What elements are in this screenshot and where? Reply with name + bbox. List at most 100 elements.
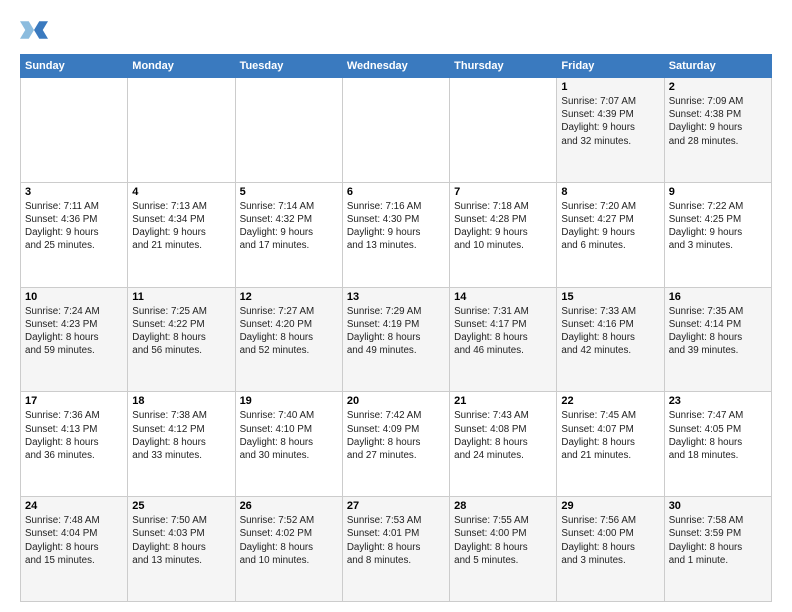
col-header-tuesday: Tuesday bbox=[235, 55, 342, 78]
day-info: Sunrise: 7:50 AM Sunset: 4:03 PM Dayligh… bbox=[132, 514, 230, 567]
day-number: 9 bbox=[669, 186, 767, 198]
day-number: 13 bbox=[347, 291, 445, 303]
day-info: Sunrise: 7:47 AM Sunset: 4:05 PM Dayligh… bbox=[669, 409, 767, 462]
header bbox=[20, 16, 772, 44]
calendar-cell bbox=[128, 78, 235, 183]
day-number: 1 bbox=[561, 81, 659, 93]
day-number: 26 bbox=[240, 500, 338, 512]
col-header-sunday: Sunday bbox=[21, 55, 128, 78]
day-info: Sunrise: 7:55 AM Sunset: 4:00 PM Dayligh… bbox=[454, 514, 552, 567]
calendar-cell bbox=[342, 78, 449, 183]
col-header-friday: Friday bbox=[557, 55, 664, 78]
day-info: Sunrise: 7:16 AM Sunset: 4:30 PM Dayligh… bbox=[347, 200, 445, 253]
calendar-cell: 2 Sunrise: 7:09 AM Sunset: 4:38 PM Daylig… bbox=[664, 78, 771, 183]
day-number: 28 bbox=[454, 500, 552, 512]
calendar-cell: 15 Sunrise: 7:33 AM Sunset: 4:16 PM Dayli… bbox=[557, 287, 664, 392]
calendar-cell: 26 Sunrise: 7:52 AM Sunset: 4:02 PM Dayli… bbox=[235, 497, 342, 602]
day-number: 30 bbox=[669, 500, 767, 512]
day-number: 27 bbox=[347, 500, 445, 512]
day-info: Sunrise: 7:11 AM Sunset: 4:36 PM Dayligh… bbox=[25, 200, 123, 253]
calendar-cell: 22 Sunrise: 7:45 AM Sunset: 4:07 PM Dayli… bbox=[557, 392, 664, 497]
calendar-cell: 21 Sunrise: 7:43 AM Sunset: 4:08 PM Dayli… bbox=[450, 392, 557, 497]
page: SundayMondayTuesdayWednesdayThursdayFrid… bbox=[0, 0, 792, 612]
calendar-cell bbox=[450, 78, 557, 183]
day-info: Sunrise: 7:18 AM Sunset: 4:28 PM Dayligh… bbox=[454, 200, 552, 253]
day-info: Sunrise: 7:14 AM Sunset: 4:32 PM Dayligh… bbox=[240, 200, 338, 253]
calendar-cell: 30 Sunrise: 7:58 AM Sunset: 3:59 PM Dayli… bbox=[664, 497, 771, 602]
day-info: Sunrise: 7:27 AM Sunset: 4:20 PM Dayligh… bbox=[240, 305, 338, 358]
day-number: 2 bbox=[669, 81, 767, 93]
day-info: Sunrise: 7:07 AM Sunset: 4:39 PM Dayligh… bbox=[561, 95, 659, 148]
day-info: Sunrise: 7:13 AM Sunset: 4:34 PM Dayligh… bbox=[132, 200, 230, 253]
day-number: 7 bbox=[454, 186, 552, 198]
calendar-cell: 1 Sunrise: 7:07 AM Sunset: 4:39 PM Daylig… bbox=[557, 78, 664, 183]
day-number: 14 bbox=[454, 291, 552, 303]
calendar-cell bbox=[21, 78, 128, 183]
calendar-cell: 18Sunrise: 7:38 AM Sunset: 4:12 PM Dayli… bbox=[128, 392, 235, 497]
col-header-wednesday: Wednesday bbox=[342, 55, 449, 78]
week-row-2: 10Sunrise: 7:24 AM Sunset: 4:23 PM Dayli… bbox=[21, 287, 772, 392]
col-header-thursday: Thursday bbox=[450, 55, 557, 78]
day-number: 12 bbox=[240, 291, 338, 303]
calendar-cell: 19 Sunrise: 7:40 AM Sunset: 4:10 PM Dayli… bbox=[235, 392, 342, 497]
calendar-cell: 6 Sunrise: 7:16 AM Sunset: 4:30 PM Daylig… bbox=[342, 182, 449, 287]
calendar-cell: 14 Sunrise: 7:31 AM Sunset: 4:17 PM Dayli… bbox=[450, 287, 557, 392]
day-info: Sunrise: 7:35 AM Sunset: 4:14 PM Dayligh… bbox=[669, 305, 767, 358]
day-number: 21 bbox=[454, 395, 552, 407]
day-number: 22 bbox=[561, 395, 659, 407]
day-info: Sunrise: 7:33 AM Sunset: 4:16 PM Dayligh… bbox=[561, 305, 659, 358]
calendar-cell: 13 Sunrise: 7:29 AM Sunset: 4:19 PM Dayli… bbox=[342, 287, 449, 392]
calendar-cell: 20 Sunrise: 7:42 AM Sunset: 4:09 PM Dayli… bbox=[342, 392, 449, 497]
week-row-3: 17 Sunrise: 7:36 AM Sunset: 4:13 PM Dayli… bbox=[21, 392, 772, 497]
day-info: Sunrise: 7:40 AM Sunset: 4:10 PM Dayligh… bbox=[240, 409, 338, 462]
day-info: Sunrise: 7:45 AM Sunset: 4:07 PM Dayligh… bbox=[561, 409, 659, 462]
calendar-cell: 3Sunrise: 7:11 AM Sunset: 4:36 PM Daylig… bbox=[21, 182, 128, 287]
day-number: 11 bbox=[132, 291, 230, 303]
day-info: Sunrise: 7:52 AM Sunset: 4:02 PM Dayligh… bbox=[240, 514, 338, 567]
logo bbox=[20, 16, 52, 44]
day-info: Sunrise: 7:58 AM Sunset: 3:59 PM Dayligh… bbox=[669, 514, 767, 567]
day-number: 15 bbox=[561, 291, 659, 303]
week-row-4: 24Sunrise: 7:48 AM Sunset: 4:04 PM Dayli… bbox=[21, 497, 772, 602]
day-number: 10 bbox=[25, 291, 123, 303]
day-number: 5 bbox=[240, 186, 338, 198]
day-number: 18 bbox=[132, 395, 230, 407]
calendar-cell: 23 Sunrise: 7:47 AM Sunset: 4:05 PM Dayli… bbox=[664, 392, 771, 497]
day-info: Sunrise: 7:29 AM Sunset: 4:19 PM Dayligh… bbox=[347, 305, 445, 358]
day-info: Sunrise: 7:42 AM Sunset: 4:09 PM Dayligh… bbox=[347, 409, 445, 462]
day-number: 20 bbox=[347, 395, 445, 407]
day-number: 6 bbox=[347, 186, 445, 198]
day-number: 17 bbox=[25, 395, 123, 407]
col-header-monday: Monday bbox=[128, 55, 235, 78]
calendar-cell: 4 Sunrise: 7:13 AM Sunset: 4:34 PM Daylig… bbox=[128, 182, 235, 287]
day-number: 4 bbox=[132, 186, 230, 198]
calendar-cell: 5 Sunrise: 7:14 AM Sunset: 4:32 PM Daylig… bbox=[235, 182, 342, 287]
day-info: Sunrise: 7:22 AM Sunset: 4:25 PM Dayligh… bbox=[669, 200, 767, 253]
calendar-cell: 10Sunrise: 7:24 AM Sunset: 4:23 PM Dayli… bbox=[21, 287, 128, 392]
day-info: Sunrise: 7:20 AM Sunset: 4:27 PM Dayligh… bbox=[561, 200, 659, 253]
calendar-cell: 11Sunrise: 7:25 AM Sunset: 4:22 PM Dayli… bbox=[128, 287, 235, 392]
day-info: Sunrise: 7:48 AM Sunset: 4:04 PM Dayligh… bbox=[25, 514, 123, 567]
day-number: 29 bbox=[561, 500, 659, 512]
calendar-header-row: SundayMondayTuesdayWednesdayThursdayFrid… bbox=[21, 55, 772, 78]
calendar-cell: 28 Sunrise: 7:55 AM Sunset: 4:00 PM Dayli… bbox=[450, 497, 557, 602]
day-info: Sunrise: 7:09 AM Sunset: 4:38 PM Dayligh… bbox=[669, 95, 767, 148]
day-info: Sunrise: 7:36 AM Sunset: 4:13 PM Dayligh… bbox=[25, 409, 123, 462]
calendar-cell: 12 Sunrise: 7:27 AM Sunset: 4:20 PM Dayli… bbox=[235, 287, 342, 392]
week-row-1: 3Sunrise: 7:11 AM Sunset: 4:36 PM Daylig… bbox=[21, 182, 772, 287]
calendar-cell: 17 Sunrise: 7:36 AM Sunset: 4:13 PM Dayli… bbox=[21, 392, 128, 497]
day-info: Sunrise: 7:56 AM Sunset: 4:00 PM Dayligh… bbox=[561, 514, 659, 567]
day-number: 25 bbox=[132, 500, 230, 512]
calendar-cell: 29 Sunrise: 7:56 AM Sunset: 4:00 PM Dayli… bbox=[557, 497, 664, 602]
day-info: Sunrise: 7:43 AM Sunset: 4:08 PM Dayligh… bbox=[454, 409, 552, 462]
day-info: Sunrise: 7:31 AM Sunset: 4:17 PM Dayligh… bbox=[454, 305, 552, 358]
day-number: 8 bbox=[561, 186, 659, 198]
calendar-cell: 8 Sunrise: 7:20 AM Sunset: 4:27 PM Daylig… bbox=[557, 182, 664, 287]
calendar-table: SundayMondayTuesdayWednesdayThursdayFrid… bbox=[20, 54, 772, 602]
calendar-cell bbox=[235, 78, 342, 183]
day-number: 16 bbox=[669, 291, 767, 303]
calendar-cell: 9 Sunrise: 7:22 AM Sunset: 4:25 PM Daylig… bbox=[664, 182, 771, 287]
day-info: Sunrise: 7:53 AM Sunset: 4:01 PM Dayligh… bbox=[347, 514, 445, 567]
day-number: 23 bbox=[669, 395, 767, 407]
day-number: 19 bbox=[240, 395, 338, 407]
